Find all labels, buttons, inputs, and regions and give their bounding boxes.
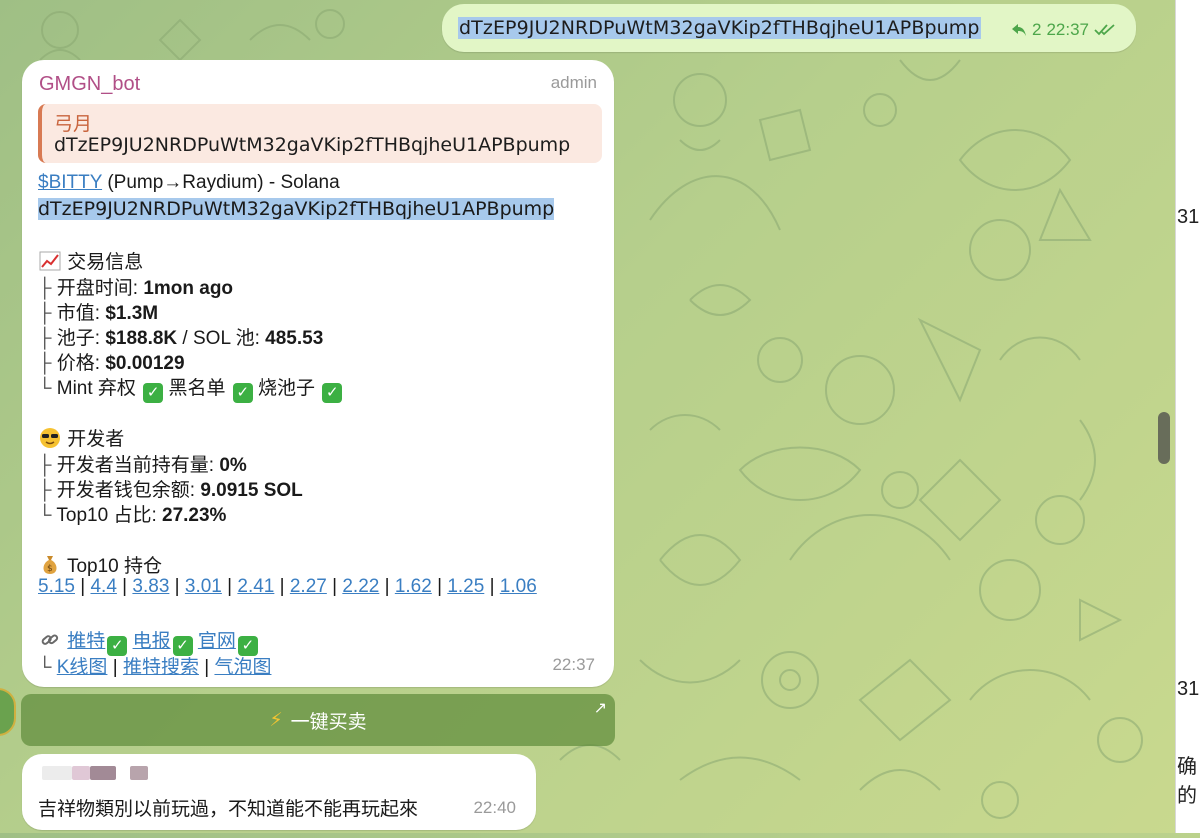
check-mark-icon: ✓ [232, 383, 253, 403]
side-panel-text: 确的 [1177, 756, 1197, 807]
message-meta: 2 22:37 [1011, 20, 1116, 40]
one-click-trade-label: 一键买卖 [290, 711, 367, 733]
dev-holding-label: 开发者当前持有量: [56, 455, 220, 476]
market-cap-label: 市值: [56, 303, 106, 324]
dev-holding-row: ├ 开发者当前持有量: 0% [38, 455, 247, 476]
twitter-link[interactable]: 推特 [67, 631, 105, 652]
arrow-up-right-icon: ↗ [593, 700, 607, 717]
price-row: ├ 价格: $0.00129 [38, 353, 185, 374]
top10-ratio-label: Top10 占比: [56, 505, 163, 526]
reply-author: 弓月 [54, 114, 93, 135]
sunglasses-face-icon [40, 428, 60, 448]
token-ticker-link[interactable]: $BITTY [38, 172, 102, 193]
sol-pool-value: 485.53 [265, 328, 324, 349]
reply-count[interactable]: 2 [1032, 20, 1041, 40]
trade-section-title: 交易信息 [67, 252, 144, 273]
dev-balance-value: 9.0915 SOL [200, 480, 303, 501]
token-line: $BITTY (Pump→Raydium) - Solana [38, 172, 340, 194]
reply-text: dTzEP9JU2NRDPuWtM32gaVKip2fTHBqjheU1APBp… [54, 134, 571, 156]
avatar[interactable] [0, 688, 16, 736]
price-label: 价格: [56, 353, 106, 374]
top10-ratio-row: └ Top10 占比: 27.23% [38, 505, 227, 526]
blacklist-label: 黑名单 [163, 378, 231, 399]
holding-link[interactable]: 2.27 [290, 576, 327, 597]
burn-pool-label: 烧池子 [252, 378, 321, 399]
lightning-icon: ⚡ [269, 709, 283, 731]
dev-holding-value: 0% [219, 455, 247, 476]
holding-link[interactable]: 1.06 [500, 576, 537, 597]
redacted-sender-name [72, 766, 90, 780]
holding-link[interactable]: 3.83 [132, 576, 169, 597]
dev-balance-row: ├ 开发者钱包余额: 9.0915 SOL [38, 480, 303, 501]
pool-label: 池子: [56, 328, 106, 349]
safety-row: └ Mint 弃权 ✓ 黑名单 ✓ 烧池子 ✓ [38, 373, 343, 403]
link-icon [41, 634, 59, 645]
pool-row: ├ 池子: $188.8K / SOL 池: 485.53 [38, 328, 324, 349]
bubble-map-link[interactable]: 气泡图 [214, 657, 271, 678]
top10-section-title: Top10 持仓 [66, 556, 162, 577]
holding-link[interactable]: 5.15 [38, 576, 75, 597]
money-bag-icon: $ [43, 556, 57, 574]
market-cap-row: ├ 市值: $1.3M [38, 303, 159, 324]
message-time: 22:37 [552, 655, 595, 674]
holding-link[interactable]: 4.4 [90, 576, 116, 597]
twitter-search-link[interactable]: 推特搜索 [123, 657, 199, 678]
redacted-sender-name [42, 766, 72, 780]
side-panel-text: 31 [1177, 206, 1200, 228]
holding-link[interactable]: 2.22 [342, 576, 379, 597]
market-cap-value: $1.3M [105, 303, 159, 324]
admin-badge: admin [550, 73, 597, 92]
holding-link[interactable]: 1.62 [395, 576, 432, 597]
side-panel [1175, 0, 1200, 833]
trade-section-header: 交易信息 [38, 247, 143, 274]
dev-section-title: 开发者 [67, 429, 125, 450]
sender-name[interactable]: GMGN_bot [39, 73, 140, 96]
check-mark-icon: ✓ [143, 383, 164, 403]
pool-value: $188.8K [105, 328, 178, 349]
reply-arrow-icon[interactable] [1011, 23, 1027, 37]
message-time: 22:40 [473, 798, 516, 817]
user-message[interactable]: 吉祥物類別以前玩過，不知道能不能再玩起來 22:40 [22, 754, 536, 830]
message-time: 22:37 [1046, 20, 1089, 39]
top10-ratio-value: 27.23% [162, 505, 227, 526]
outgoing-message-text: dTzEP9JU2NRDPuWtM32gaVKip2fTHBqjheU1APBp… [458, 17, 981, 39]
reply-quote[interactable]: 弓月 dTzEP9JU2NRDPuWtM32gaVKip2fTHBqjheU1A… [38, 104, 602, 163]
top10-holdings-row: 5.15 | 4.4 | 3.83 | 3.01 | 2.41 | 2.27 |… [38, 576, 537, 597]
price-value: $0.00129 [105, 353, 185, 374]
contract-address[interactable]: dTzEP9JU2NRDPuWtM32gaVKip2fTHBqjheU1APBp… [38, 198, 555, 220]
bot-message[interactable]: GMGN_bot admin 弓月 dTzEP9JU2NRDPuWtM32gaV… [22, 60, 614, 687]
chart-increasing-icon [39, 251, 61, 271]
user-message-text: 吉祥物類別以前玩過，不知道能不能再玩起來 [38, 799, 419, 820]
svg-text:$: $ [47, 564, 53, 574]
open-time-row: ├ 开盘时间: 1mon ago [38, 278, 234, 299]
contract-line: dTzEP9JU2NRDPuWtM32gaVKip2fTHBqjheU1APBp… [38, 198, 555, 221]
open-time-value: 1mon ago [143, 278, 234, 299]
sol-pool-label: / SOL 池: [177, 328, 266, 349]
holding-link[interactable]: 2.41 [237, 576, 274, 597]
dev-balance-label: 开发者钱包余额: [56, 480, 201, 501]
tools-links-row: └ K线图 | 推特搜索 | 气泡图 [38, 657, 272, 678]
side-panel-text: 31 [1177, 678, 1200, 700]
double-check-icon [1094, 24, 1115, 36]
outgoing-message[interactable]: dTzEP9JU2NRDPuWtM32gaVKip2fTHBqjheU1APBp… [442, 4, 1136, 52]
redacted-sender-name [130, 766, 148, 780]
dev-section-header: 开发者 [38, 424, 124, 451]
website-link[interactable]: 官网 [198, 631, 236, 652]
open-time-label: 开盘时间: [56, 278, 144, 299]
check-mark-icon: ✓ [322, 383, 343, 403]
top10-section-header: $ Top10 持仓 [38, 551, 162, 578]
mint-label: Mint 弃权 [56, 378, 142, 399]
kline-link[interactable]: K线图 [57, 657, 108, 678]
chat-scrollbar[interactable] [1158, 412, 1170, 464]
token-route: (Pump→Raydium) - Solana [102, 172, 340, 193]
telegram-link[interactable]: 电报 [133, 631, 171, 652]
holding-link[interactable]: 3.01 [185, 576, 222, 597]
redacted-sender-name [90, 766, 116, 780]
holding-link[interactable]: 1.25 [447, 576, 484, 597]
one-click-trade-button[interactable]: ⚡ 一键买卖 ↗ [21, 694, 615, 746]
